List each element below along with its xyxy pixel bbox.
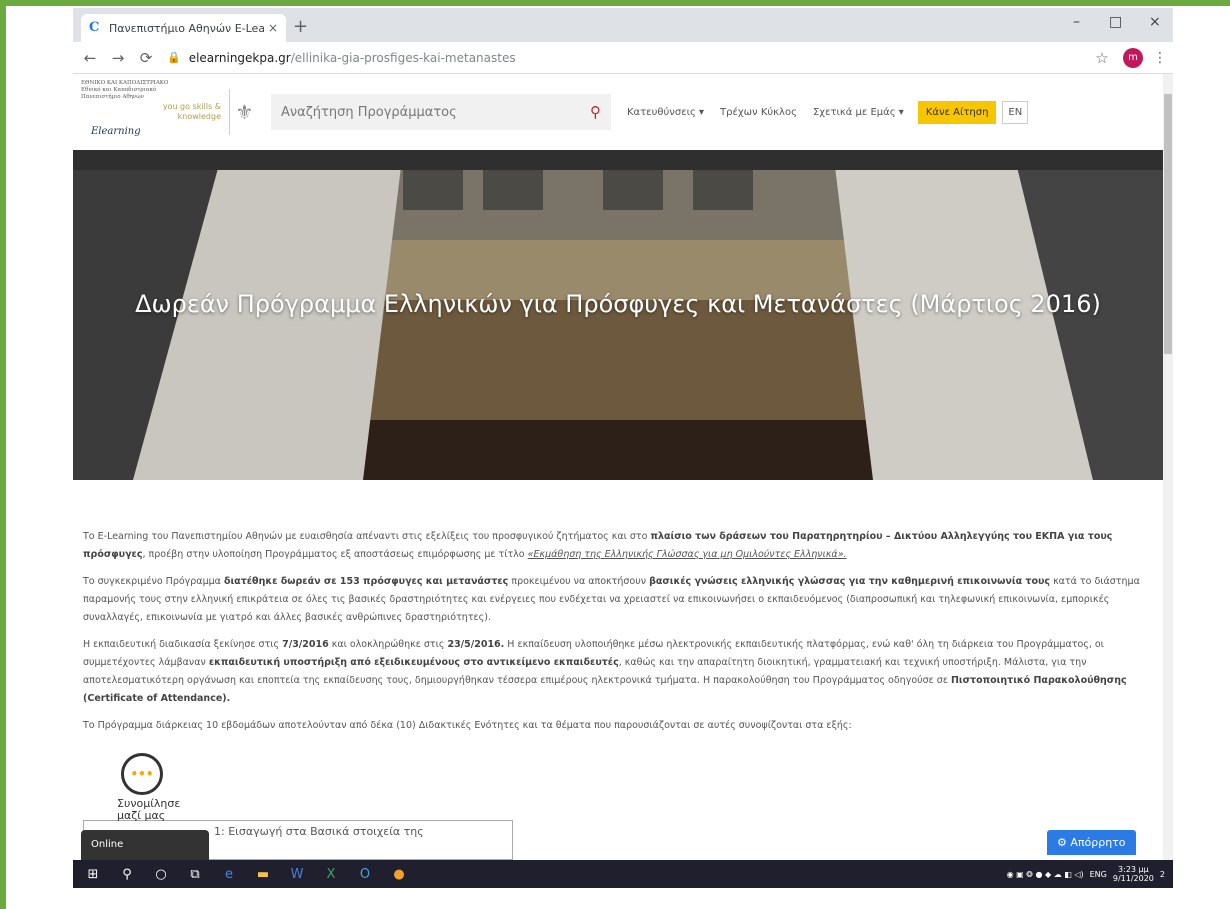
url-path: /ellinika-gia-prosfiges-kai-metanastes	[290, 50, 516, 65]
chrome-icon[interactable]: ●	[385, 860, 413, 888]
notifications-icon[interactable]: 2	[1160, 870, 1165, 879]
apply-button[interactable]: Κάνε Αίτηση	[917, 100, 997, 124]
back-arrow-icon[interactable]: ←	[79, 49, 101, 67]
bookmark-star-icon[interactable]: ☆	[1091, 49, 1113, 67]
nav-directions[interactable]: Κατευθύνσεις ▾	[627, 107, 704, 118]
outlook-icon[interactable]: O	[351, 860, 379, 888]
green-frame-left	[0, 0, 6, 909]
paragraph-3: Η εκπαιδευτική διαδικασία ξεκίνησε στις …	[83, 639, 1127, 704]
profile-avatar[interactable]: m	[1123, 47, 1143, 68]
site-header: ΕΘΝΙΚΟ ΚΑΙ ΚΑΠΟΔΙΣΤΡΙΑΚΟ Εθνικό και Καπο…	[73, 74, 1163, 150]
tab-close-icon[interactable]: ×	[268, 21, 278, 35]
browser-toolbar: ← → ⟳ 🔒 elearningekpa.gr/ellinika-gia-pr…	[73, 42, 1173, 74]
program-search: ⚲	[271, 94, 611, 130]
browser-menu-icon[interactable]: ⋮	[1153, 50, 1167, 66]
new-tab-button[interactable]: +	[293, 16, 308, 37]
elearning-logo-text: Elearning	[91, 126, 141, 137]
cortana-icon[interactable]: ○	[147, 860, 175, 888]
clock-time: 3:23 μμ	[1118, 865, 1149, 874]
logo-line: Πανεπιστήμιο Αθηνών	[81, 94, 145, 100]
input-language[interactable]: ENG	[1090, 870, 1107, 879]
program-title-link[interactable]: «Εκμάθηση της Ελληνικής Γλώσσας για μη Ο…	[528, 549, 847, 560]
hero-banner: Δωρεάν Πρόγραμμα Ελληνικών για Πρόσφυγες…	[73, 150, 1163, 480]
green-frame-top	[0, 0, 1230, 6]
paragraph-1: Το E-Learning του Πανεπιστημίου Αθηνών μ…	[83, 531, 1113, 560]
screen: C Πανεπιστήμιο Αθηνών E-Learning × + – □…	[73, 8, 1173, 888]
search-icon[interactable]: ⚲	[590, 103, 601, 121]
excel-icon[interactable]: X	[317, 860, 345, 888]
tray-icons[interactable]: ◉ ▣ ❂ ● ◆ ☁ ◧ ◁)	[1007, 870, 1084, 879]
nav-current-cycle[interactable]: Τρέχων Κύκλος	[720, 107, 797, 118]
task-view-icon[interactable]: ⧉	[181, 860, 209, 888]
search-icon[interactable]: ⚲	[113, 860, 141, 888]
browser-tab[interactable]: C Πανεπιστήμιο Αθηνών E-Learning ×	[81, 14, 286, 42]
site-favicon-icon: C	[89, 20, 100, 35]
chat-icon[interactable]: •••	[121, 753, 163, 795]
reload-icon[interactable]: ⟳	[135, 49, 157, 67]
url-host: elearningekpa.gr	[188, 50, 291, 65]
windows-taskbar: ⊞ ⚲ ○ ⧉ e ▬ W X O ● ◉ ▣ ❂ ● ◆ ☁ ◧ ◁) ENG…	[73, 860, 1173, 888]
page-scrollbar[interactable]	[1163, 74, 1173, 860]
chat-label[interactable]: Συνομίλησε μαζί μας	[117, 798, 197, 822]
clock[interactable]: 3:23 μμ 9/11/2020	[1113, 865, 1154, 883]
paragraph-2: Το συγκεκριμένο Πρόγραμμα διατέθηκε δωρε…	[83, 576, 1140, 623]
system-tray: ◉ ▣ ❂ ● ◆ ☁ ◧ ◁) ENG 3:23 μμ 9/11/2020 2	[1007, 865, 1173, 883]
maximize-button[interactable]: □	[1109, 14, 1122, 30]
logo-line: ΕΘΝΙΚΟ ΚΑΙ ΚΑΠΟΔΙΣΤΡΙΑΚΟ	[81, 80, 169, 86]
scrollbar-thumb[interactable]	[1164, 94, 1172, 354]
word-icon[interactable]: W	[283, 860, 311, 888]
lock-icon: 🔒	[167, 51, 181, 64]
tab-title: Πανεπιστήμιο Αθηνών E-Learning	[109, 21, 264, 35]
forward-arrow-icon[interactable]: →	[107, 49, 129, 67]
windows-start-icon[interactable]: ⊞	[79, 860, 107, 888]
file-explorer-icon[interactable]: ▬	[249, 860, 277, 888]
browser-tabstrip: C Πανεπιστήμιο Αθηνών E-Learning × + – □…	[73, 8, 1173, 42]
window-close-button[interactable]: ×	[1149, 14, 1161, 30]
address-bar[interactable]: 🔒 elearningekpa.gr/ellinika-gia-prosfige…	[167, 46, 1091, 70]
logo-line: Εθνικό και Καποδιστριακό	[81, 87, 157, 93]
paragraph-4: Το Πρόγραμμα διάρκειας 10 εβδομάδων αποτ…	[83, 720, 852, 731]
clock-date: 9/11/2020	[1112, 874, 1154, 883]
edge-icon[interactable]: e	[215, 860, 243, 888]
university-seal-icon: ⚜	[229, 89, 259, 135]
university-logo[interactable]: ΕΘΝΙΚΟ ΚΑΙ ΚΑΠΟΔΙΣΤΡΙΑΚΟ Εθνικό και Καπο…	[81, 80, 201, 144]
search-input[interactable]	[281, 104, 590, 120]
article-content: Το E-Learning του Πανεπιστημίου Αθηνών μ…	[83, 528, 1143, 744]
online-status-bar[interactable]: Online	[81, 830, 209, 860]
hero-title: Δωρεάν Πρόγραμμα Ελληνικών για Πρόσφυγες…	[135, 290, 1101, 318]
minimize-button[interactable]: –	[1073, 14, 1080, 30]
language-switch[interactable]: EN	[1002, 100, 1029, 124]
nav-about[interactable]: Σχετικά με Εμάς ▾	[813, 107, 904, 118]
privacy-button[interactable]: ⚙ Απόρρητο	[1047, 830, 1136, 855]
